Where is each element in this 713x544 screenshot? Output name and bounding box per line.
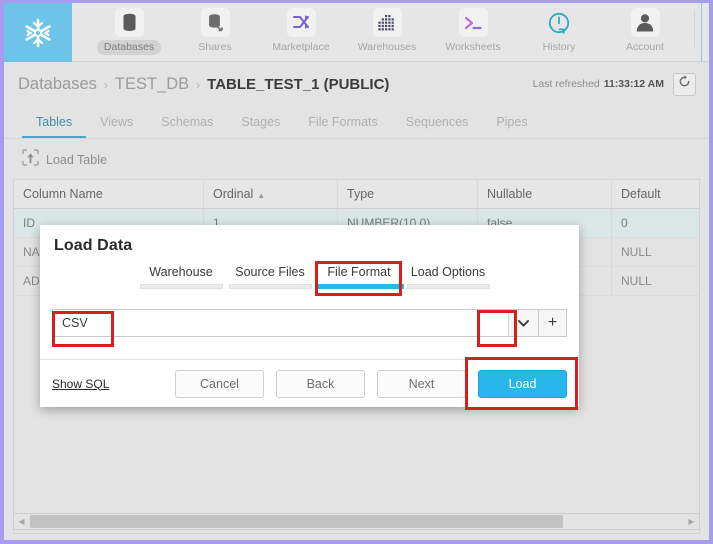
dialog-tab-indicator: [228, 284, 312, 289]
last-refreshed-time: 11:33:12 AM: [603, 78, 664, 90]
nav-item-label: Shares: [198, 41, 232, 53]
nav-item-marketplace[interactable]: Marketplace: [258, 3, 344, 55]
nav-item-label: Marketplace: [272, 41, 330, 53]
dialog-tab-label: Warehouse: [149, 265, 213, 279]
scroll-right-arrow-icon[interactable]: ▶: [684, 514, 699, 529]
load-button[interactable]: Load: [478, 369, 567, 398]
nav-item-label: Worksheets: [445, 41, 501, 53]
column-header-type[interactable]: Type: [338, 180, 478, 209]
scroll-left-arrow-icon[interactable]: ◀: [14, 514, 29, 529]
app-window: Databases Shares Marketplace Warehouses …: [0, 0, 713, 544]
cell-default: NULL: [612, 267, 699, 295]
file-format-select[interactable]: CSV: [52, 309, 539, 337]
databases-icon: [114, 8, 144, 37]
breadcrumb-item-databases[interactable]: Databases: [18, 75, 97, 94]
warehouses-icon: [372, 8, 402, 37]
nav-item-label: Databases: [96, 40, 162, 55]
dialog-title: Load Data: [54, 237, 133, 254]
nav-item-label: History: [542, 41, 576, 53]
tab-pipes[interactable]: Pipes: [482, 115, 541, 138]
cancel-button[interactable]: Cancel: [175, 369, 264, 398]
history-icon: [545, 8, 574, 37]
dialog-tab-indicator: [139, 284, 223, 289]
column-header-column-name[interactable]: Column Name: [14, 180, 204, 209]
add-file-format-button[interactable]: +: [539, 309, 567, 337]
breadcrumb-item-current: TABLE_TEST_1 (PUBLIC): [207, 75, 390, 93]
worksheets-icon: [458, 8, 488, 37]
dialog-tab-label: Load Options: [410, 265, 486, 279]
column-header-ordinal-label: Ordinal: [213, 187, 254, 201]
cell-default: NULL: [612, 238, 699, 266]
tab-stages[interactable]: Stages: [227, 115, 294, 138]
dialog-tab-label: Source Files: [235, 265, 305, 279]
breadcrumb-item-test-db[interactable]: TEST_DB: [115, 75, 189, 94]
dialog-footer: Show SQL Cancel Back Next Load: [40, 359, 579, 407]
file-format-dropdown-toggle[interactable]: [508, 310, 538, 336]
dialog-step-tabs: Warehouse Source Files File Format Load …: [40, 265, 579, 289]
scrollbar-thumb[interactable]: [30, 515, 563, 528]
last-refreshed-label: Last refreshed: [532, 78, 600, 90]
file-format-value[interactable]: CSV: [53, 310, 508, 336]
nav-item-partner-connect[interactable]: Partner Conne: [702, 3, 709, 55]
column-header-default[interactable]: Default: [612, 180, 699, 209]
breadcrumb-separator: ›: [103, 77, 108, 92]
shares-icon: [200, 8, 230, 37]
table-header-row: Column Name Ordinal ▲ Type Nullable Defau…: [14, 180, 699, 209]
marketplace-icon: [286, 8, 316, 37]
refresh-area: Last refreshed 11:33:12 AM: [532, 72, 696, 96]
chevron-down-icon: [518, 314, 529, 332]
nav-item-databases[interactable]: Databases: [86, 3, 172, 55]
tab-sequences[interactable]: Sequences: [392, 115, 483, 138]
tab-file-formats[interactable]: File Formats: [294, 115, 391, 138]
dialog-tab-warehouse[interactable]: Warehouse: [137, 265, 226, 289]
load-table-label: Load Table: [46, 152, 107, 167]
dialog-tab-load-options[interactable]: Load Options: [404, 265, 493, 289]
object-type-tabs: Tables Views Schemas Stages File Formats…: [4, 106, 709, 139]
nav-item-list: Databases Shares Marketplace Warehouses …: [72, 3, 709, 62]
dialog-tab-source-files[interactable]: Source Files: [226, 265, 315, 289]
tab-views[interactable]: Views: [86, 115, 147, 138]
column-header-nullable[interactable]: Nullable: [478, 180, 612, 209]
refresh-icon: [678, 75, 691, 93]
account-icon: [630, 8, 660, 37]
cell-default: 0: [612, 209, 699, 237]
back-button[interactable]: Back: [276, 369, 365, 398]
dialog-tab-indicator: [314, 284, 404, 289]
next-button[interactable]: Next: [377, 369, 466, 398]
nav-item-history[interactable]: History: [516, 3, 602, 55]
top-navigation-bar: Databases Shares Marketplace Warehouses …: [4, 3, 709, 62]
load-table-button[interactable]: Load Table: [22, 148, 107, 171]
horizontal-scrollbar[interactable]: ◀ ▶: [13, 513, 700, 530]
dialog-tab-label: File Format: [327, 265, 391, 279]
show-sql-link[interactable]: Show SQL: [52, 377, 109, 391]
file-format-row: CSV +: [52, 309, 567, 337]
sort-ascending-icon: ▲: [257, 191, 266, 200]
nav-item-account[interactable]: Account: [602, 3, 688, 55]
dialog-tab-file-format[interactable]: File Format: [314, 265, 404, 289]
tab-schemas[interactable]: Schemas: [147, 115, 227, 138]
refresh-button[interactable]: [673, 72, 696, 96]
nav-divider: [694, 11, 695, 47]
breadcrumb-separator: ›: [196, 77, 201, 92]
breadcrumb-row: Databases › TEST_DB › TABLE_TEST_1 (PUBL…: [4, 62, 709, 106]
nav-item-label: Account: [626, 41, 664, 53]
nav-item-label: Warehouses: [357, 41, 417, 53]
load-table-icon: [22, 148, 39, 171]
nav-item-worksheets[interactable]: Worksheets: [430, 3, 516, 55]
nav-item-shares[interactable]: Shares: [172, 3, 258, 55]
dialog-footer-buttons: Cancel Back Next Load: [175, 369, 567, 398]
dialog-tab-indicator: [406, 284, 490, 289]
column-header-ordinal[interactable]: Ordinal ▲: [204, 180, 338, 209]
tab-tables[interactable]: Tables: [22, 115, 87, 138]
breadcrumb: Databases › TEST_DB › TABLE_TEST_1 (PUBL…: [18, 75, 389, 94]
nav-item-warehouses[interactable]: Warehouses: [344, 3, 430, 55]
table-toolbar: Load Table: [4, 143, 709, 176]
load-data-dialog: Load Data Warehouse Source Files File Fo…: [40, 225, 579, 407]
snowflake-logo[interactable]: [4, 3, 72, 62]
